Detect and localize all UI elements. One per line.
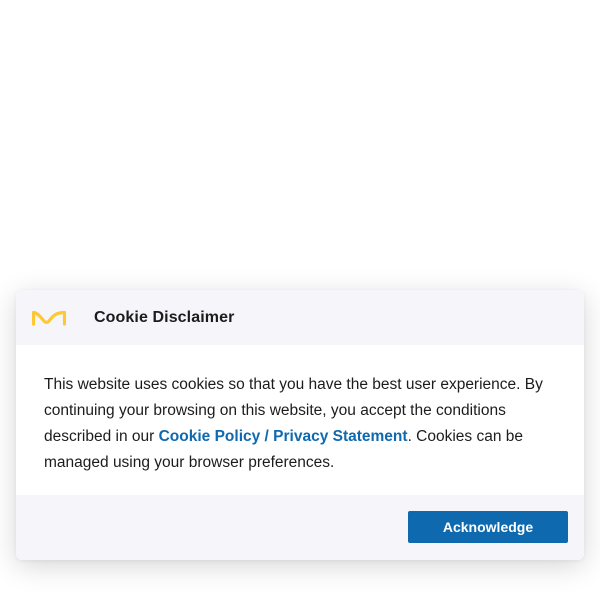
dialog-header: Cookie Disclaimer (16, 290, 584, 345)
dialog-title: Cookie Disclaimer (94, 308, 235, 326)
merck-m-logo-icon (32, 310, 66, 326)
disclaimer-text: This website uses cookies so that you ha… (44, 372, 556, 476)
page: Cookie Disclaimer This website uses cook… (0, 0, 600, 600)
cookie-policy-link[interactable]: Cookie Policy / Privacy Statement (159, 428, 408, 445)
cookie-disclaimer-dialog: Cookie Disclaimer This website uses cook… (16, 290, 584, 560)
dialog-footer: Acknowledge (16, 495, 584, 560)
acknowledge-button[interactable]: Acknowledge (408, 511, 568, 543)
dialog-body: This website uses cookies so that you ha… (16, 345, 584, 495)
